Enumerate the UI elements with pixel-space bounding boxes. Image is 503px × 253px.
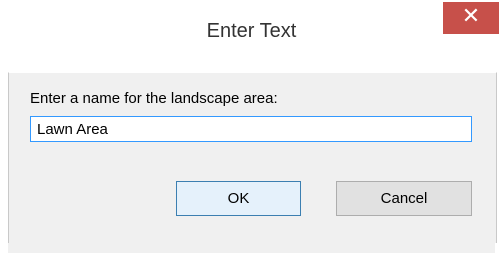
area-name-input[interactable] bbox=[30, 116, 472, 142]
close-button[interactable]: ✕ bbox=[443, 2, 499, 34]
ok-button[interactable]: OK bbox=[176, 181, 301, 216]
window-frame-left bbox=[0, 72, 8, 253]
enter-text-dialog: Enter Text ✕ Enter a name for the landsc… bbox=[0, 0, 503, 253]
cancel-button[interactable]: Cancel bbox=[336, 181, 472, 216]
prompt-label: Enter a name for the landscape area: bbox=[30, 90, 278, 107]
close-icon: ✕ bbox=[461, 4, 481, 29]
title-bar: Enter Text ✕ bbox=[0, 0, 503, 72]
dialog-title: Enter Text bbox=[206, 20, 297, 42]
